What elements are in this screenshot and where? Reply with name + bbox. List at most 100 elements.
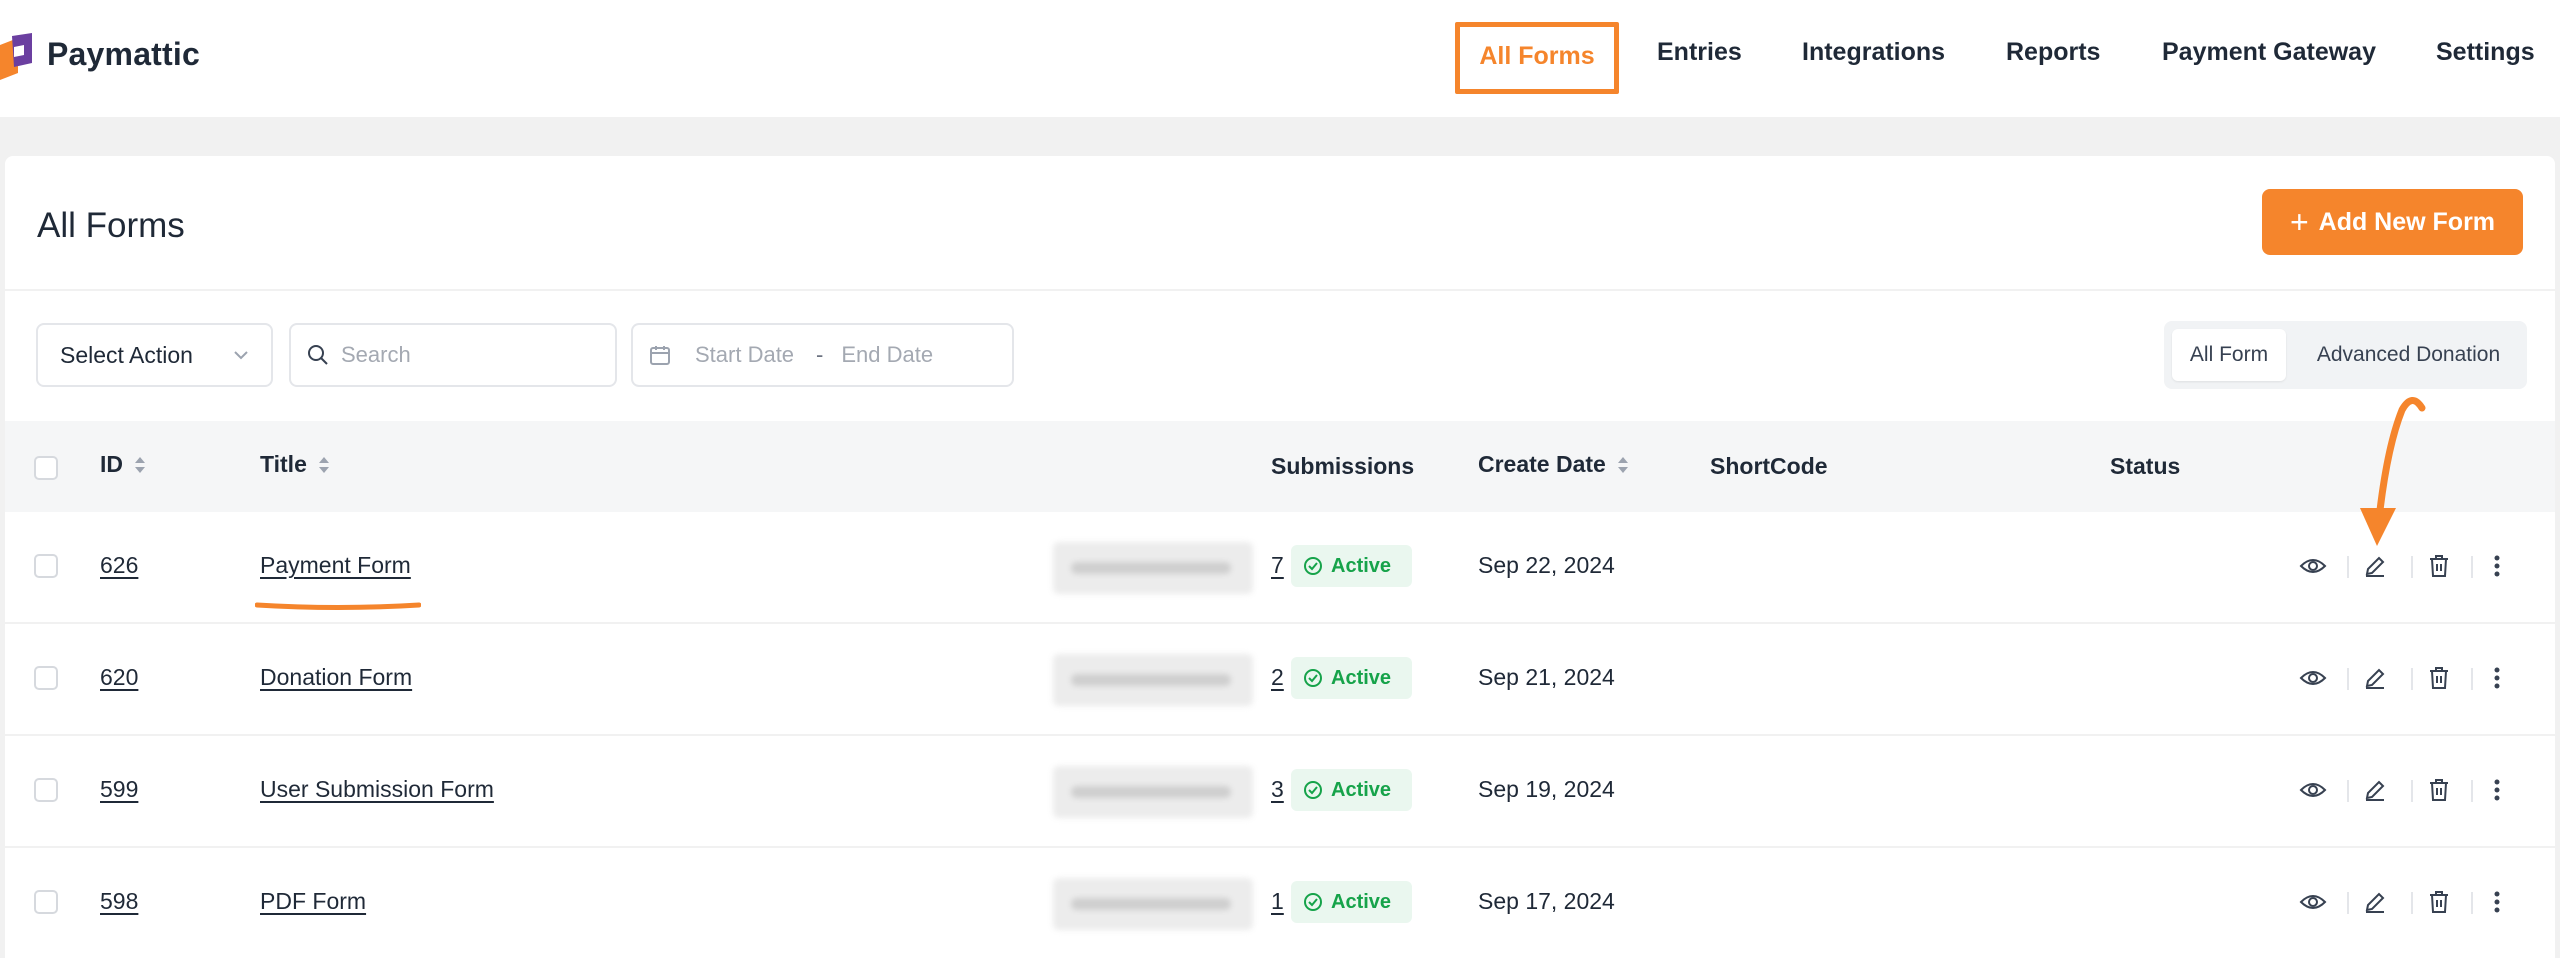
start-date-input[interactable]: Start Date — [695, 342, 794, 368]
calendar-icon — [650, 346, 670, 365]
pencil-icon[interactable] — [2357, 548, 2393, 584]
action-separator — [2471, 780, 2473, 802]
forms-card: All Forms + Add New Form Select Action S… — [5, 156, 2555, 958]
select-all-checkbox[interactable] — [34, 456, 58, 480]
table-row: 620 Donation Form 2 Sep 21, 2024 Active — [5, 624, 2555, 736]
status-badge: Active — [1291, 769, 1412, 811]
eye-icon[interactable] — [2295, 548, 2331, 584]
nav-item-settings[interactable]: Settings — [2436, 38, 2535, 67]
row-checkbox[interactable] — [34, 778, 58, 802]
shortcode-blurred[interactable] — [1053, 878, 1253, 930]
action-separator — [2411, 668, 2413, 690]
shortcode-blurred[interactable] — [1053, 766, 1253, 818]
select-action-label: Select Action — [60, 341, 193, 368]
plus-icon: + — [2289, 204, 2309, 240]
nav-item-label: All Forms — [1479, 42, 1595, 70]
column-label: Create Date — [1478, 451, 1606, 477]
tab-all-form[interactable]: All Form — [2172, 329, 2286, 381]
form-title-link[interactable]: PDF Form — [260, 888, 366, 915]
logo-icon[interactable] — [0, 33, 34, 81]
check-circle-icon — [1304, 557, 1322, 575]
action-separator — [2411, 556, 2413, 578]
more-vertical-icon[interactable] — [2479, 884, 2515, 920]
action-separator — [2471, 556, 2473, 578]
column-header-id[interactable]: ID — [100, 451, 147, 478]
status-badge: Active — [1291, 881, 1412, 923]
nav-item-reports[interactable]: Reports — [2006, 38, 2100, 67]
table-header: ID Title Submissions Create Date ShortCo… — [5, 421, 2555, 512]
form-title-link[interactable]: Payment Form — [260, 552, 411, 579]
eye-icon[interactable] — [2295, 660, 2331, 696]
column-header-submissions: Submissions — [1271, 453, 1414, 480]
check-circle-icon — [1304, 781, 1322, 799]
form-title-link[interactable]: Donation Form — [260, 664, 412, 691]
column-header-create-date[interactable]: Create Date — [1478, 451, 1630, 478]
sort-icon — [135, 456, 145, 473]
annotation-arrow-icon — [2360, 397, 2426, 546]
more-vertical-icon[interactable] — [2479, 548, 2515, 584]
pencil-icon[interactable] — [2357, 772, 2393, 808]
form-type-toggle: All Form Advanced Donation — [2164, 321, 2527, 389]
more-vertical-icon[interactable] — [2479, 772, 2515, 808]
chevron-down-icon — [234, 351, 248, 360]
search-input[interactable] — [341, 342, 601, 368]
nav-item-payment-gateway[interactable]: Payment Gateway — [2162, 38, 2376, 67]
form-id-link[interactable]: 626 — [100, 552, 138, 579]
shortcode-blurred[interactable] — [1053, 542, 1253, 594]
submissions-link[interactable]: 1 — [1271, 888, 1284, 915]
search-field[interactable] — [289, 323, 617, 387]
column-label: ShortCode — [1710, 453, 1828, 479]
status-label: Active — [1331, 666, 1392, 689]
submissions-link[interactable]: 2 — [1271, 664, 1284, 691]
shortcode-blurred[interactable] — [1053, 654, 1253, 706]
submissions-link[interactable]: 3 — [1271, 776, 1284, 803]
search-icon — [308, 345, 328, 365]
status-badge: Active — [1291, 657, 1412, 699]
trash-icon[interactable] — [2421, 884, 2457, 920]
action-separator — [2471, 892, 2473, 914]
form-id-link[interactable]: 620 — [100, 664, 138, 691]
action-separator — [2347, 668, 2349, 690]
eye-icon[interactable] — [2295, 772, 2331, 808]
add-new-form-label: Add New Form — [2318, 207, 2496, 236]
row-checkbox[interactable] — [34, 890, 58, 914]
create-date: Sep 19, 2024 — [1478, 776, 1615, 802]
sort-icon — [1617, 456, 1628, 473]
more-vertical-icon[interactable] — [2479, 660, 2515, 696]
form-title-link[interactable]: User Submission Form — [260, 776, 494, 803]
add-new-form-button[interactable]: + Add New Form — [2262, 189, 2523, 255]
action-separator — [2347, 780, 2349, 802]
row-checkbox[interactable] — [34, 554, 58, 578]
end-date-input[interactable]: End Date — [841, 342, 933, 368]
form-id-link[interactable]: 598 — [100, 888, 138, 915]
row-checkbox[interactable] — [34, 666, 58, 690]
select-action-dropdown[interactable]: Select Action — [36, 323, 273, 387]
pencil-icon[interactable] — [2357, 884, 2393, 920]
form-id-link[interactable]: 599 — [100, 776, 138, 803]
sort-icon — [318, 456, 329, 473]
status-label: Active — [1331, 890, 1392, 913]
create-date: Sep 22, 2024 — [1478, 552, 1615, 578]
check-circle-icon — [1304, 893, 1322, 911]
header-divider — [5, 289, 2555, 291]
status-label: Active — [1331, 778, 1392, 801]
eye-icon[interactable] — [2295, 884, 2331, 920]
tab-advanced-donation[interactable]: Advanced Donation — [2298, 329, 2519, 381]
nav-item-entries[interactable]: Entries — [1657, 38, 1742, 67]
brand-name[interactable]: Paymattic — [47, 36, 200, 73]
pencil-icon[interactable] — [2357, 660, 2393, 696]
date-separator: - — [816, 342, 824, 367]
nav-item-integrations[interactable]: Integrations — [1802, 38, 1945, 67]
nav-item-all-forms[interactable]: All Forms — [1455, 22, 1619, 94]
trash-icon[interactable] — [2421, 660, 2457, 696]
column-label: Title — [260, 451, 307, 477]
action-separator — [2471, 668, 2473, 690]
trash-icon[interactable] — [2421, 548, 2457, 584]
column-header-title[interactable]: Title — [260, 451, 331, 478]
trash-icon[interactable] — [2421, 772, 2457, 808]
top-navbar: Paymattic All Forms Entries Integrations… — [0, 0, 2560, 117]
status-badge: Active — [1291, 545, 1412, 587]
action-separator — [2411, 892, 2413, 914]
submissions-link[interactable]: 7 — [1271, 552, 1284, 579]
date-range-picker[interactable]: Start Date - End Date — [631, 323, 1014, 387]
